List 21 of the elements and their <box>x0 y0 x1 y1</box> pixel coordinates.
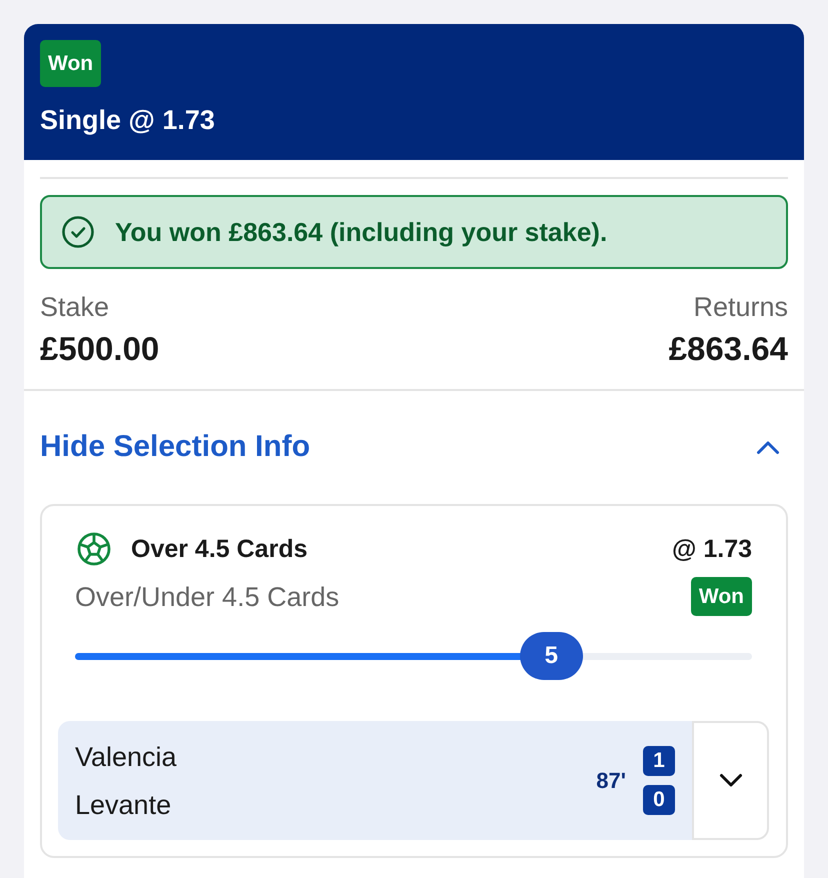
score-badge: 1 <box>643 746 675 776</box>
selection-info-toggle[interactable]: Hide Selection Info <box>40 430 788 464</box>
summary-label: Stake <box>40 291 110 323</box>
expand-button[interactable] <box>692 721 769 840</box>
summary-value: £863.64 <box>668 330 788 368</box>
score-badge: 0 <box>643 785 675 815</box>
selection-name: Over 4.5 Cards <box>131 534 308 565</box>
summary-value: £500.00 <box>40 330 160 368</box>
status-badge: Won <box>690 577 752 616</box>
progress-thumb: 5 <box>520 632 583 680</box>
team-name: Valencia <box>75 740 177 774</box>
selection-odds: @ 1.73 <box>672 534 752 565</box>
match-clock: 87' <box>596 768 626 794</box>
check-circle-icon <box>62 216 94 248</box>
bet-title: Single @ 1.73 <box>40 104 216 136</box>
result-message: You won £863.64 (including your stake). <box>115 216 608 248</box>
market-name: Over/Under 4.5 Cards <box>75 580 340 612</box>
summary-label: Returns <box>693 291 788 323</box>
team-name: Levante <box>75 788 172 822</box>
status-badge: Won <box>40 40 102 87</box>
football-icon <box>77 532 111 566</box>
